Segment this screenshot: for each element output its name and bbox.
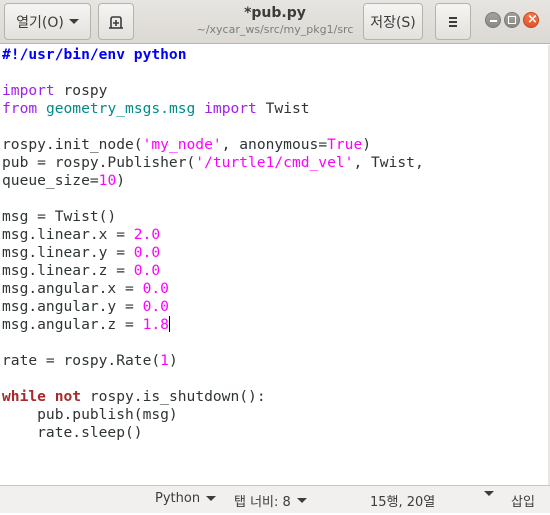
code-line: msg.angular.y = 0.0 xyxy=(2,298,424,316)
code-line: rate.sleep() xyxy=(2,424,424,442)
text-cursor xyxy=(168,316,170,332)
file-path: ~/xycar_ws/src/my_pkg1/src xyxy=(196,23,354,36)
code-token: msg.angular.x = xyxy=(2,280,143,297)
code-editor[interactable]: #!/usr/bin/env python import rospy from g… xyxy=(0,45,548,485)
code-token: , anonymous= xyxy=(221,136,328,153)
code-token: not xyxy=(54,388,82,405)
code-token: rospy.init_node( xyxy=(2,136,143,153)
code-text: #!/usr/bin/env python import rospy from g… xyxy=(2,46,424,442)
cursor-position-label: 15행, 20열 xyxy=(370,495,436,510)
code-token: msg.angular.z = xyxy=(2,316,143,333)
code-token: 'my_node' xyxy=(142,136,222,153)
code-line: #!/usr/bin/env python xyxy=(2,46,424,64)
window-title: *pub.py ~/xycar_ws/src/my_pkg1/src xyxy=(185,4,365,38)
code-token: 0.0 xyxy=(133,262,161,279)
code-token: , Twist, xyxy=(353,154,424,171)
code-token: rospy.is_shutdown(): xyxy=(81,388,266,405)
minimize-icon[interactable] xyxy=(485,12,501,28)
code-line: rospy.init_node('my_node', anonymous=Tru… xyxy=(2,136,424,154)
code-token: queue_size= xyxy=(2,172,99,189)
code-line: msg.angular.x = 0.0 xyxy=(2,280,424,298)
chevron-down-icon xyxy=(68,19,79,24)
code-token: msg.angular.y = xyxy=(2,298,143,315)
code-line: pub.publish(msg) xyxy=(2,406,424,424)
maximize-icon[interactable] xyxy=(504,12,520,28)
code-token: while xyxy=(2,388,46,405)
chevron-down-icon xyxy=(296,498,307,503)
code-line: while not rospy.is_shutdown(): xyxy=(2,388,424,406)
code-token: 0.0 xyxy=(142,280,169,297)
save-button-label: 저장(S) xyxy=(370,14,416,31)
code-token: rate = rospy.Rate( xyxy=(2,352,161,369)
hamburger-menu-icon xyxy=(449,16,457,27)
code-token: '/turtle1/cmd_vel' xyxy=(195,154,354,171)
open-button[interactable]: 열기(O) xyxy=(4,3,91,40)
code-token: 0.0 xyxy=(142,298,169,315)
language-selector[interactable]: Python xyxy=(155,491,217,506)
code-token: rospy xyxy=(54,82,108,99)
code-token: ) xyxy=(116,172,126,189)
code-line: rate = rospy.Rate(1) xyxy=(2,352,424,370)
new-tab-icon xyxy=(109,15,123,29)
chevron-down-icon xyxy=(206,496,217,501)
code-line: msg.angular.z = 1.8 xyxy=(2,316,424,334)
code-token: 1 xyxy=(160,352,169,369)
code-line: queue_size=10) xyxy=(2,172,424,190)
code-token: msg = Twist() xyxy=(2,208,117,225)
code-token: msg.linear.x = xyxy=(2,226,134,243)
code-token: msg.linear.z = xyxy=(2,262,134,279)
code-token: pub.publish(msg) xyxy=(2,406,178,423)
code-line: from geometry_msgs.msg import Twist xyxy=(2,100,424,118)
close-icon[interactable] xyxy=(523,12,539,28)
code-line: msg.linear.z = 0.0 xyxy=(2,262,424,280)
menu-button[interactable] xyxy=(435,3,471,40)
encoding-selector[interactable] xyxy=(478,491,494,496)
new-tab-button[interactable] xyxy=(98,3,134,40)
code-token: 2.0 xyxy=(133,226,161,243)
code-line: msg.linear.x = 2.0 xyxy=(2,226,424,244)
code-token: ) xyxy=(362,136,372,153)
code-token: Twist xyxy=(256,100,310,117)
code-line: msg.linear.y = 0.0 xyxy=(2,244,424,262)
cursor-position[interactable]: 15행, 20열 xyxy=(370,491,435,510)
code-token: 10 xyxy=(98,172,117,189)
save-button[interactable]: 저장(S) xyxy=(363,3,423,40)
insert-mode[interactable]: 삽입 xyxy=(511,491,535,510)
code-token: import xyxy=(204,100,257,117)
insert-mode-label: 삽입 xyxy=(511,495,535,510)
code-token: 0.0 xyxy=(133,244,161,261)
code-token: rate.sleep() xyxy=(2,424,143,441)
status-bar: Python 탭 너비: 8 15행, 20열 삽입 xyxy=(0,485,550,513)
code-token: pub = rospy.Publisher( xyxy=(2,154,196,171)
tab-width-label: 탭 너비: 8 xyxy=(234,495,291,510)
code-token: import xyxy=(2,82,55,99)
code-line: import rospy xyxy=(2,82,424,100)
chevron-down-icon xyxy=(484,491,494,496)
code-token: geometry_msgs.msg xyxy=(45,100,196,117)
code-token: msg.linear.y = xyxy=(2,244,134,261)
code-line: pub = rospy.Publisher('/turtle1/cmd_vel'… xyxy=(2,154,424,172)
header-bar: 열기(O) *pub.py ~/xycar_ws/src/my_pkg1/src… xyxy=(0,0,550,44)
open-button-label: 열기(O) xyxy=(16,14,64,31)
code-token: True xyxy=(327,136,363,153)
language-label: Python xyxy=(155,491,201,506)
code-token: from xyxy=(2,100,38,117)
file-title: *pub.py xyxy=(244,5,306,21)
code-token: #!/usr/bin/env python xyxy=(2,46,187,63)
code-token: 1.8 xyxy=(142,316,169,333)
code-line: msg = Twist() xyxy=(2,208,424,226)
tab-width-selector[interactable]: 탭 너비: 8 xyxy=(234,491,307,510)
code-token: ) xyxy=(168,352,178,369)
